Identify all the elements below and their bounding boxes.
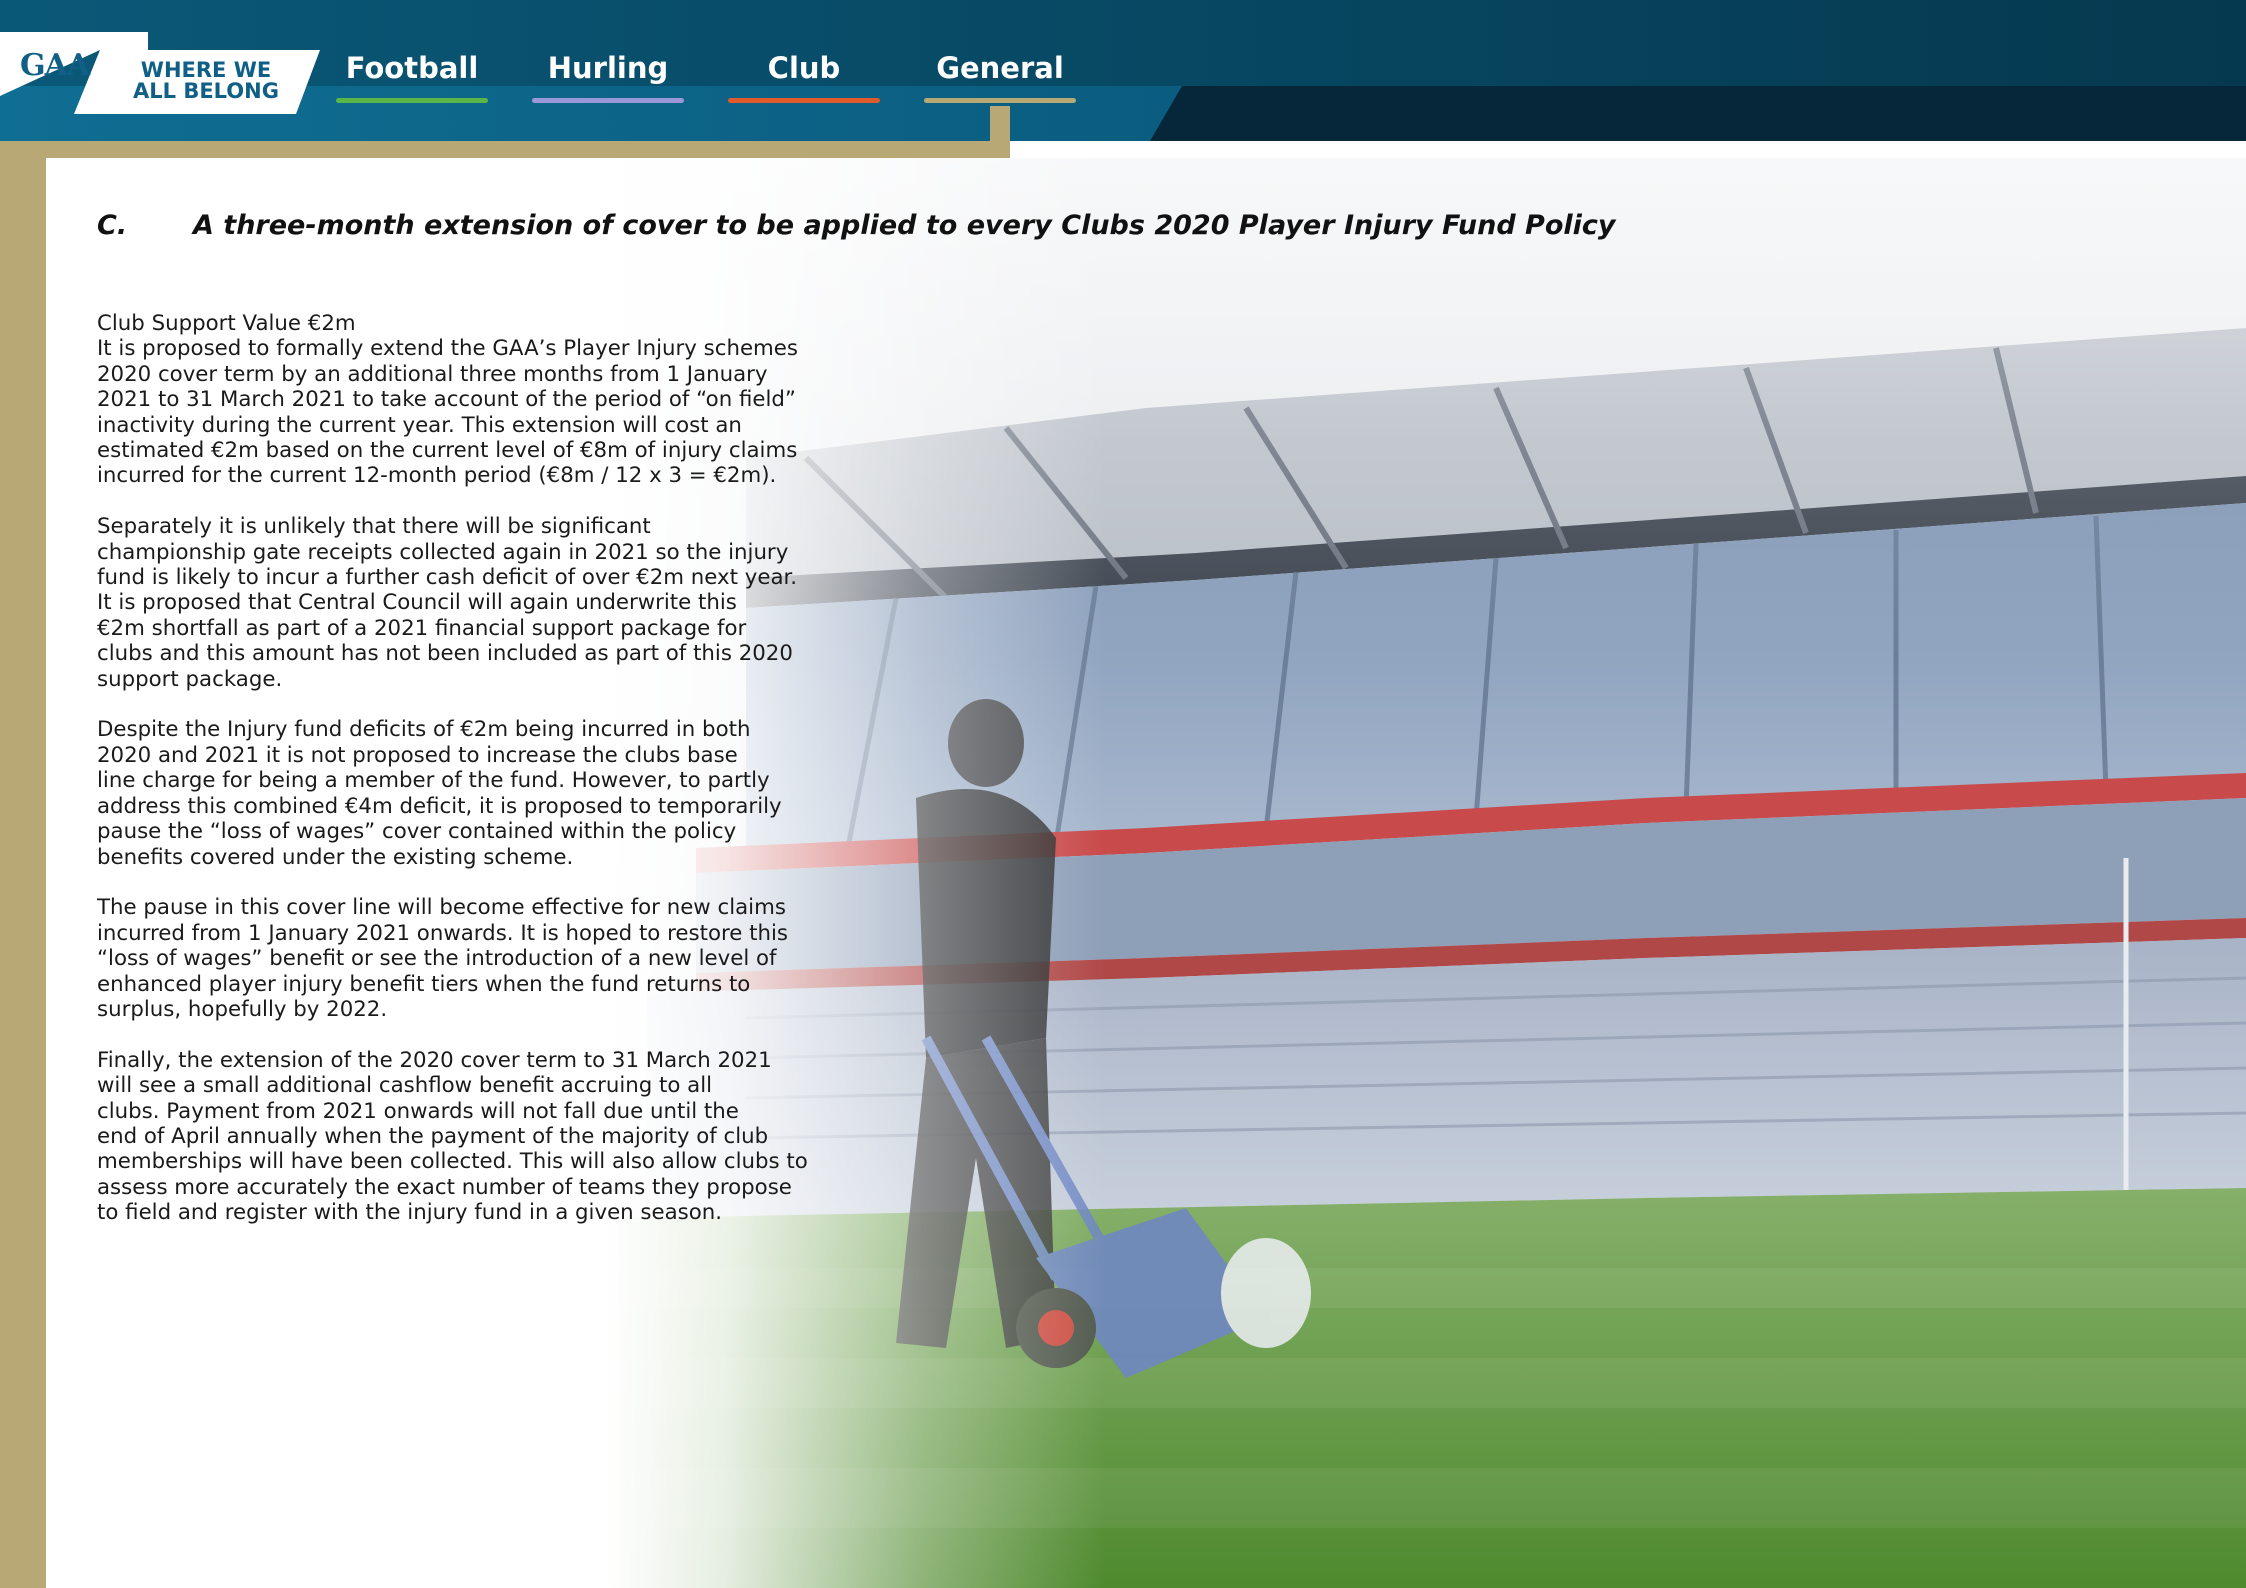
gold-frame-left <box>0 141 46 1588</box>
nav-tab-label: Hurling <box>547 51 669 85</box>
nav-underline-hurling <box>532 98 684 103</box>
gaa-logo-mark: GAA <box>20 48 90 83</box>
logo-slogan: WHERE WE ALL BELONG <box>126 60 286 102</box>
slogan-line-2: ALL BELONG <box>133 79 279 103</box>
nav-underline-club <box>728 98 880 103</box>
paragraph-5: Finally, the extension of the 2020 cover… <box>97 1047 808 1226</box>
body-text: Club Support Value €2m It is proposed to… <box>97 311 817 1251</box>
nav-tab-football[interactable]: Football <box>336 50 488 106</box>
slogan-line-1: WHERE WE <box>140 58 272 82</box>
gold-frame-notch <box>990 106 1010 158</box>
section-title: A three-month extension of cover to be a… <box>193 210 1616 241</box>
paragraph-1: It is proposed to formally extend the GA… <box>97 336 798 489</box>
nav-underline-football <box>336 98 488 103</box>
header-bar: GAA WHERE WE ALL BELONG Football Hurling… <box>0 0 2246 141</box>
nav-tab-label: Football <box>345 51 479 85</box>
nav-tab-label: Club <box>767 51 841 85</box>
gaa-logo[interactable]: GAA WHERE WE ALL BELONG <box>0 32 320 114</box>
section-heading: C. A three-month extension of cover to be… <box>97 210 1997 241</box>
gold-frame-top <box>0 141 1010 158</box>
nav-tab-general[interactable]: General <box>924 50 1076 106</box>
nav-tab-club[interactable]: Club <box>728 50 880 106</box>
nav-tab-label: General <box>936 51 1064 85</box>
header-dark-band <box>1150 86 2246 141</box>
nav-underline-general <box>924 98 1076 103</box>
paragraph-2: Separately it is unlikely that there wil… <box>97 514 798 692</box>
nav-tab-hurling[interactable]: Hurling <box>532 50 684 106</box>
support-value: Club Support Value €2m <box>97 311 356 336</box>
paragraph-3: Despite the Injury fund deficits of €2m … <box>97 717 782 870</box>
section-letter: C. <box>97 210 128 241</box>
paragraph-4: The pause in this cover line will become… <box>97 895 788 1022</box>
